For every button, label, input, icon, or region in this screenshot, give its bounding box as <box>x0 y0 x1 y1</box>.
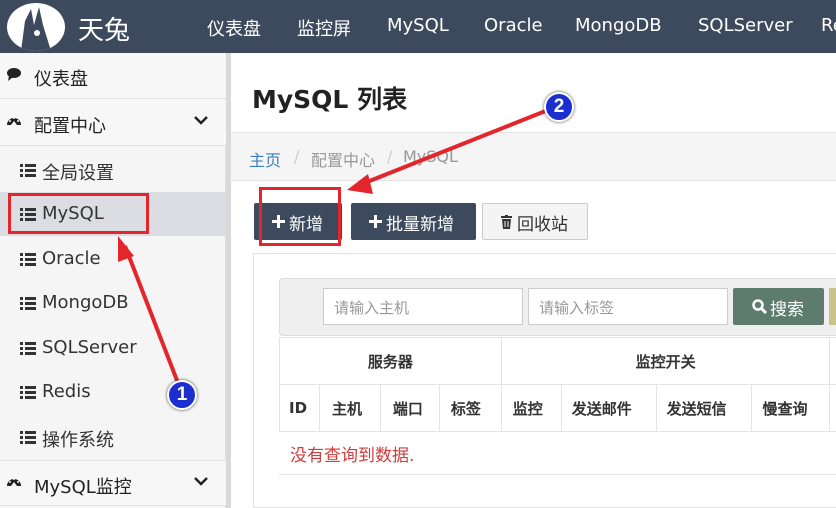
extra-button[interactable] <box>829 288 836 325</box>
nav-oracle[interactable]: Oracle <box>484 15 543 36</box>
sidebar-item-dashboard[interactable]: 仪表盘 <box>0 53 226 99</box>
col-monitor[interactable]: 监控 <box>500 384 562 432</box>
breadcrumb-separator: / <box>387 147 393 166</box>
highlight-mysql-sidebar <box>8 193 149 234</box>
chevron-down-icon <box>194 477 208 486</box>
col-slow-query[interactable]: 慢查询 <box>750 384 831 432</box>
nav-sqlserver[interactable]: SQLServer <box>698 15 793 36</box>
dashboard-gauge-icon <box>7 117 21 125</box>
dashboard-gauge-icon <box>7 478 21 486</box>
highlight-add-button <box>259 187 341 246</box>
sidebar-label: MySQL监控 <box>34 477 132 498</box>
chevron-down-icon <box>194 116 208 125</box>
sidebar-item-oracle[interactable]: Oracle <box>0 237 226 281</box>
col-more <box>829 384 836 432</box>
col-host[interactable]: 主机 <box>318 384 381 432</box>
host-search-input[interactable]: 请输入主机 <box>323 288 523 325</box>
sidebar-item-global-settings[interactable]: 全局设置 <box>0 148 226 192</box>
nav-monitor-screen[interactable]: 监控屏 <box>297 15 351 41</box>
sidebar-group-config-center[interactable]: 配置中心 <box>0 100 226 146</box>
col-tag[interactable]: 标签 <box>438 384 502 432</box>
list-icon <box>20 342 36 355</box>
sidebar-label: 操作系统 <box>42 430 114 451</box>
brand-name[interactable]: 天兔 <box>78 10 130 47</box>
col-id[interactable]: ID <box>279 384 320 432</box>
list-icon <box>20 253 36 266</box>
sidebar-label: Oracle <box>42 248 101 269</box>
sidebar-label: MongoDB <box>42 292 129 313</box>
sidebar-label: SQLServer <box>42 337 137 358</box>
sidebar-item-sqlserver[interactable]: SQLServer <box>0 326 226 370</box>
sidebar-item-mongodb[interactable]: MongoDB <box>0 281 226 325</box>
recycle-bin-button[interactable]: 回收站 <box>482 203 588 240</box>
col-send-sms[interactable]: 发送短信 <box>655 384 752 432</box>
sidebar-label: 配置中心 <box>34 116 106 137</box>
list-icon <box>20 431 36 444</box>
breadcrumb-home[interactable]: 主页 <box>249 147 281 171</box>
plus-icon <box>369 215 382 228</box>
col-port[interactable]: 端口 <box>379 384 440 432</box>
search-button-label: 搜索 <box>770 300 804 320</box>
breadcrumb: 主页 / 配置中心 / MySQL <box>231 133 836 181</box>
sidebar-label: 仪表盘 <box>34 69 88 90</box>
nav-redis[interactable]: Re <box>821 15 836 36</box>
step-badge-1: 1 <box>167 380 197 410</box>
list-icon <box>20 386 36 399</box>
sidebar-group-mysql-monitor[interactable]: MySQL监控 <box>0 460 226 506</box>
step-badge-2: 2 <box>544 92 574 122</box>
comment-icon <box>7 68 21 81</box>
nav-mysql[interactable]: MySQL <box>387 15 449 36</box>
page-title: MySQL 列表 <box>252 85 408 114</box>
batch-add-button[interactable]: 批量新增 <box>351 203 476 240</box>
table-group-header-row: 服务器 监控开关 <box>279 337 836 385</box>
search-icon <box>752 299 767 314</box>
nav-dashboard[interactable]: 仪表盘 <box>207 15 261 41</box>
breadcrumb-separator: / <box>294 147 300 166</box>
sidebar-item-os[interactable]: 操作系统 <box>0 415 226 459</box>
table-header-row: ID 主机 端口 标签 监控 发送邮件 发送短信 慢查询 <box>279 384 836 432</box>
group-header-server: 服务器 <box>279 337 502 385</box>
list-icon <box>20 297 36 310</box>
list-icon <box>20 164 36 177</box>
breadcrumb-config-center[interactable]: 配置中心 <box>311 147 375 171</box>
page-header: MySQL 列表 <box>231 53 836 133</box>
top-navbar: 天兔 仪表盘 监控屏 MySQL Oracle MongoDB SQLServe… <box>0 0 836 53</box>
sidebar-label: Redis <box>42 381 91 402</box>
breadcrumb-current: MySQL <box>403 147 458 166</box>
rabbit-logo[interactable] <box>7 3 65 51</box>
col-send-email[interactable]: 发送邮件 <box>560 384 657 432</box>
batch-add-button-label: 批量新增 <box>386 215 454 235</box>
sidebar-label: 全局设置 <box>42 163 114 184</box>
search-button[interactable]: 搜索 <box>733 288 824 325</box>
empty-row: 没有查询到数据. <box>279 430 836 475</box>
group-header-monitor-switch: 监控开关 <box>500 337 831 385</box>
empty-message: 没有查询到数据. <box>290 446 415 466</box>
mysql-table: 服务器 监控开关 ID 主机 端口 标签 监控 发送邮件 发送短信 慢查询 <box>279 337 836 432</box>
trash-icon <box>501 215 512 229</box>
tag-search-input[interactable]: 请输入标签 <box>528 288 728 325</box>
recycle-bin-button-label: 回收站 <box>517 215 568 235</box>
group-header-more <box>829 337 836 385</box>
nav-mongodb[interactable]: MongoDB <box>575 15 662 36</box>
